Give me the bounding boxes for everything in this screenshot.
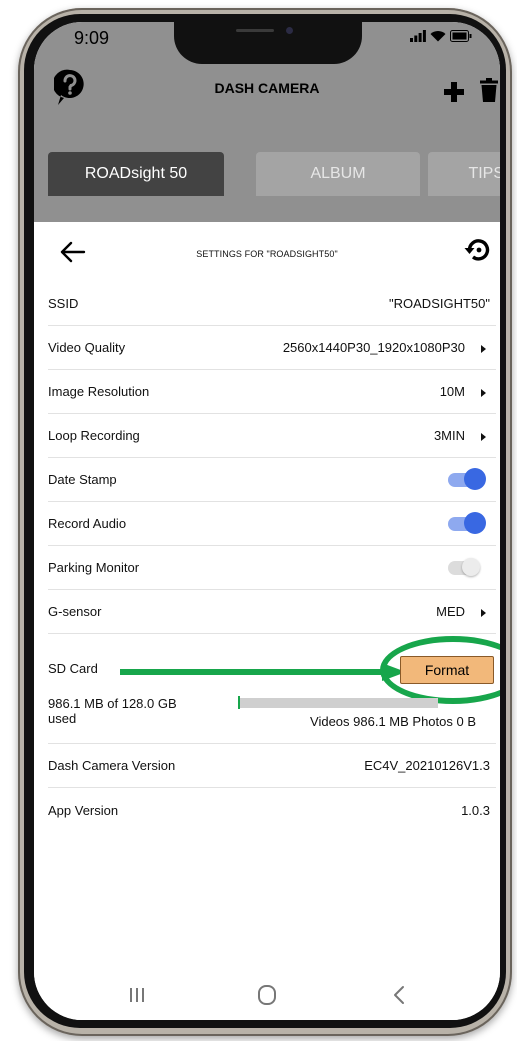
loop-recording-setting: 3MIN: [434, 428, 486, 443]
g-sensor-label: G-sensor: [48, 604, 102, 619]
home-icon[interactable]: [252, 980, 282, 1010]
storage-detail: Videos 986.1 MB Photos 0 B: [310, 714, 476, 729]
image-resolution-setting: 10M: [440, 384, 486, 399]
chevron-right-icon: [481, 388, 486, 397]
g-sensor-setting: MED: [436, 604, 486, 619]
front-camera: [286, 27, 293, 34]
status-icons: [410, 30, 472, 42]
annotation-arrow: [120, 663, 406, 681]
battery-icon: [450, 30, 472, 42]
dash-camera-version-value: EC4V_20210126V1.3: [364, 758, 490, 773]
date-stamp-label: Date Stamp: [48, 472, 117, 487]
app-version-row: App Version 1.0.3: [48, 788, 496, 832]
loop-recording-value: 3MIN: [433, 428, 465, 443]
trash-icon[interactable]: [480, 78, 498, 102]
date-stamp-row: Date Stamp: [48, 458, 496, 502]
storage-row: 986.1 MB of 128.0 GB used Videos 986.1 M…: [48, 690, 496, 744]
record-audio-label: Record Audio: [48, 516, 127, 531]
video-quality-setting: 2560x1440P30_1920x1080P30: [283, 340, 486, 355]
toggle-knob: [464, 511, 486, 534]
parking-monitor-toggle[interactable]: [448, 557, 480, 576]
android-nav-bar: [34, 970, 500, 1020]
record-audio-toggle[interactable]: [448, 511, 486, 534]
ssid-value: "ROADSIGHT50": [389, 296, 490, 311]
loop-recording-row[interactable]: Loop Recording 3MIN: [48, 414, 496, 458]
wifi-icon: [430, 31, 446, 42]
recents-icon[interactable]: [122, 980, 152, 1010]
plus-icon[interactable]: [444, 82, 464, 102]
image-resolution-label: Image Resolution: [48, 384, 150, 399]
phone-screen: 9:09 DASH CAMERA ROADsight 50 ALBUM TIPS…: [34, 22, 500, 1020]
settings-title: SETTINGS FOR "ROADSIGHT50": [196, 249, 338, 259]
settings-bar: SETTINGS FOR "ROADSIGHT50": [34, 222, 500, 282]
ssid-row: SSID "ROADSIGHT50": [48, 282, 496, 326]
image-resolution-row[interactable]: Image Resolution 10M: [48, 370, 496, 414]
g-sensor-value: MED: [436, 604, 465, 619]
toggle-knob: [462, 557, 480, 576]
reset-icon[interactable]: [464, 236, 492, 264]
camera-notch: [174, 22, 362, 64]
storage-bar: [238, 696, 438, 709]
tab-roadsight[interactable]: ROADsight 50: [48, 152, 224, 196]
tab-album[interactable]: ALBUM: [256, 152, 420, 196]
loop-recording-label: Loop Recording: [48, 428, 140, 443]
image-resolution-value: 10M: [439, 384, 465, 399]
chevron-right-icon: [481, 432, 486, 441]
dash-camera-version-row: Dash Camera Version EC4V_20210126V1.3: [48, 744, 496, 788]
app-version-value: 1.0.3: [461, 802, 490, 818]
storage-bar-fill: [238, 696, 240, 709]
signal-icon: [410, 30, 426, 42]
tab-tips[interactable]: TIPS: [428, 152, 500, 196]
parking-monitor-row: Parking Monitor: [48, 546, 496, 590]
speaker-grille: [236, 29, 274, 32]
video-quality-value: 2560x1440P30_1920x1080P30: [282, 340, 465, 355]
app-version-label: App Version: [48, 802, 119, 818]
chevron-right-icon: [481, 344, 486, 353]
date-stamp-toggle[interactable]: [448, 467, 486, 490]
chevron-right-icon: [481, 608, 486, 617]
toggle-knob: [464, 467, 486, 490]
video-quality-row[interactable]: Video Quality 2560x1440P30_1920x1080P30: [48, 326, 496, 370]
g-sensor-row[interactable]: G-sensor MED: [48, 590, 496, 634]
status-time: 9:09: [74, 28, 110, 48]
parking-monitor-label: Parking Monitor: [48, 560, 140, 575]
app-header: 9:09 DASH CAMERA ROADsight 50 ALBUM TIPS: [34, 22, 500, 222]
nav-back-icon[interactable]: [384, 980, 414, 1010]
storage-used-text: 986.1 MB of 128.0 GB used: [48, 696, 177, 726]
app-title: DASH CAMERA: [214, 80, 320, 96]
record-audio-row: Record Audio: [48, 502, 496, 546]
